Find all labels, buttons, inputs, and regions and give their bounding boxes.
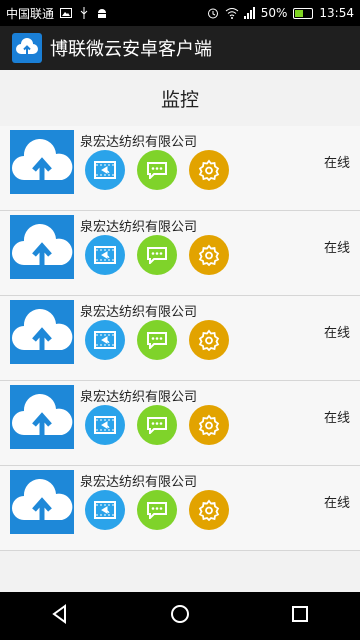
device-row[interactable]: 泉宏达纺织有限公司 在线 [0,211,360,296]
device-row[interactable]: 泉宏达纺织有限公司 在线 [0,296,360,381]
cloud-upload-icon [12,223,73,269]
app-title: 博联微云安卓客户端 [50,39,212,60]
video-replay-icon [94,161,116,179]
device-actions [85,490,229,530]
device-name: 泉宏达纺织有限公司 [80,475,198,490]
device-actions [85,405,229,445]
status-badge: 在线 [323,241,350,256]
battery-percent: 50% [260,6,288,20]
device-row[interactable]: 泉宏达纺织有限公司 在线 [0,381,360,466]
wifi-icon [225,7,239,19]
carrier-label: 中国联通 [6,6,55,21]
device-name: 泉宏达纺织有限公司 [80,135,198,150]
image-notification-icon [60,7,73,19]
alarm-icon [207,7,219,19]
video-playback-button[interactable] [85,235,125,275]
message-button[interactable] [137,320,177,360]
device-row[interactable]: 泉宏达纺织有限公司 在线 [0,126,360,211]
page-title: 监控 [0,70,360,126]
cloud-upload-icon [12,393,73,439]
clock: 13:54 [319,6,354,20]
cloud-upload-icon [12,308,73,354]
chat-bubble-icon [147,247,167,264]
status-badge: 在线 [323,156,350,171]
back-icon[interactable] [50,604,70,628]
message-button[interactable] [137,150,177,190]
message-button[interactable] [137,235,177,275]
device-thumbnail[interactable] [10,470,74,534]
chat-bubble-icon [147,332,167,349]
settings-button[interactable] [189,405,229,445]
device-actions [85,150,229,190]
video-replay-icon [94,331,116,349]
settings-button[interactable] [189,490,229,530]
status-badge: 在线 [323,411,350,426]
home-icon[interactable] [170,604,190,628]
device-actions [85,320,229,360]
device-thumbnail[interactable] [10,215,74,279]
video-playback-button[interactable] [85,490,125,530]
video-playback-button[interactable] [85,320,125,360]
recents-icon[interactable] [290,604,310,628]
status-bar: 中国联通 50% 13:54 [0,0,360,26]
device-name: 泉宏达纺织有限公司 [80,390,198,405]
chat-bubble-icon [147,502,167,519]
android-icon [96,7,108,19]
cloud-upload-icon [12,33,42,63]
settings-button[interactable] [189,320,229,360]
message-button[interactable] [137,405,177,445]
app-bar: 博联微云安卓客户端 [0,26,360,70]
usb-icon [78,7,90,19]
settings-button[interactable] [189,235,229,275]
gear-icon [198,244,220,266]
gear-icon [198,414,220,436]
video-playback-button[interactable] [85,405,125,445]
gear-icon [198,329,220,351]
device-thumbnail[interactable] [10,300,74,364]
device-thumbnail[interactable] [10,130,74,194]
device-actions [85,235,229,275]
gear-icon [198,159,220,181]
device-thumbnail[interactable] [10,385,74,449]
cloud-upload-icon [12,138,73,184]
message-button[interactable] [137,490,177,530]
signal-icon [243,7,255,19]
status-badge: 在线 [323,326,350,341]
settings-button[interactable] [189,150,229,190]
video-playback-button[interactable] [85,150,125,190]
cloud-upload-icon [12,478,73,524]
chat-bubble-icon [147,162,167,179]
battery-level-fill [295,9,304,17]
nav-bar [0,592,360,640]
device-row[interactable]: 泉宏达纺织有限公司 在线 [0,466,360,551]
chat-bubble-icon [147,417,167,434]
device-name: 泉宏达纺织有限公司 [80,220,198,235]
device-list: 泉宏达纺织有限公司 在线 泉宏达纺织有限公司 在线 泉宏达纺织有限公司 在线 泉… [0,126,360,551]
gear-icon [198,499,220,521]
video-replay-icon [94,416,116,434]
video-replay-icon [94,501,116,519]
device-name: 泉宏达纺织有限公司 [80,305,198,320]
video-replay-icon [94,246,116,264]
status-badge: 在线 [323,496,350,511]
battery-icon [293,7,314,19]
